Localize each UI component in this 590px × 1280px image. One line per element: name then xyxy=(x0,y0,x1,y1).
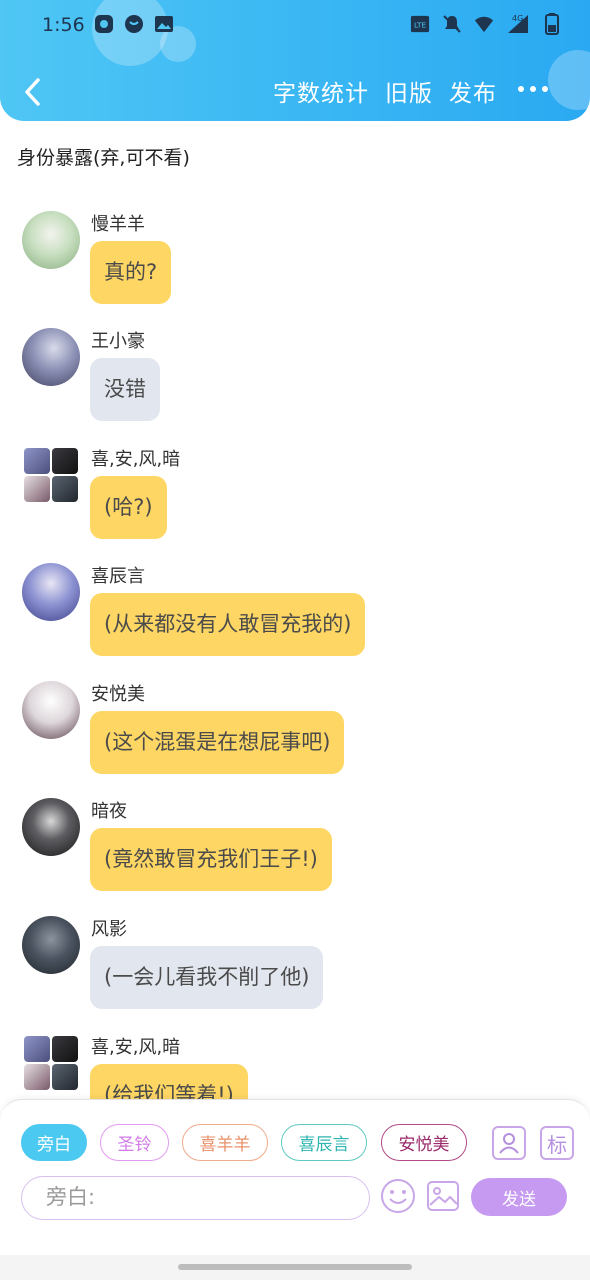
more-dots-icon xyxy=(518,86,524,92)
gallery-icon xyxy=(154,14,174,34)
role-manage-button[interactable] xyxy=(492,1126,526,1160)
game-icon xyxy=(94,14,114,34)
volte-icon: LTE xyxy=(410,14,430,34)
message-bubble[interactable]: (一会儿看我不削了他) xyxy=(90,946,324,1009)
role-chip-narrator[interactable]: 旁白 xyxy=(21,1124,87,1161)
role-chip[interactable]: 喜羊羊 xyxy=(182,1124,268,1161)
sender-name: 慢羊羊 xyxy=(91,214,145,235)
role-chip[interactable]: 圣铃 xyxy=(100,1124,169,1161)
sender-name: 喜,安,风,暗 xyxy=(91,449,181,470)
svg-text:4G: 4G xyxy=(512,14,523,23)
sender-name: 暗夜 xyxy=(91,801,127,822)
story-title: 身份暴露(弃,可不看) xyxy=(17,147,190,169)
sender-name: 安悦美 xyxy=(91,684,145,705)
role-chip[interactable]: 安悦美 xyxy=(381,1124,467,1161)
mute-icon xyxy=(442,14,462,34)
status-bar: 1:56 LTE 4G xyxy=(0,0,590,50)
message-bubble[interactable]: 真的? xyxy=(90,241,172,304)
image-button[interactable] xyxy=(426,1180,460,1212)
status-time: 1:56 xyxy=(42,14,85,36)
avatar[interactable] xyxy=(22,211,80,269)
sender-name: 风影 xyxy=(91,919,127,940)
message-input[interactable]: 旁白: xyxy=(21,1176,370,1220)
tag-icon: 标 xyxy=(547,1132,567,1157)
input-panel: 旁白 圣铃 喜羊羊 喜辰言 安悦美 标 旁白: 发送 xyxy=(0,1099,590,1255)
message-bubble[interactable]: (竟然敢冒充我们王子!) xyxy=(90,828,332,891)
person-card-icon xyxy=(499,1133,519,1154)
message-bubble[interactable]: (从来都没有人敢冒充我的) xyxy=(90,593,366,656)
word-count-button[interactable]: 字数统计 xyxy=(273,74,369,108)
chevron-left-icon xyxy=(25,78,40,106)
moon-app-icon xyxy=(124,14,144,34)
message-bubble[interactable]: (这个混蛋是在想屁事吧) xyxy=(90,711,345,774)
old-version-button[interactable]: 旧版 xyxy=(385,74,433,108)
group-avatar[interactable] xyxy=(24,448,78,502)
group-avatar[interactable] xyxy=(24,1036,78,1090)
sender-name: 喜,安,风,暗 xyxy=(91,1037,181,1058)
avatar[interactable] xyxy=(22,798,80,856)
message-bubble[interactable]: (给我们等着!) xyxy=(90,1064,248,1101)
wifi-icon xyxy=(474,14,494,34)
signal-icon: 4G xyxy=(506,14,530,34)
svg-text:LTE: LTE xyxy=(414,21,426,30)
battery-icon xyxy=(542,13,562,35)
avatar[interactable] xyxy=(22,681,80,739)
emoji-button[interactable] xyxy=(380,1178,416,1214)
role-chip[interactable]: 喜辰言 xyxy=(281,1124,367,1161)
message-bubble[interactable]: (哈?) xyxy=(90,476,167,539)
chat-content[interactable]: 身份暴露(弃,可不看) 慢羊羊 真的? 王小豪 没错 喜,安,风,暗 (哈?) … xyxy=(0,121,590,1101)
top-nav: 字数统计 旧版 发布 xyxy=(0,66,590,112)
avatar[interactable] xyxy=(22,916,80,974)
back-button[interactable] xyxy=(18,70,48,110)
avatar[interactable] xyxy=(22,328,80,386)
image-icon xyxy=(427,1181,459,1211)
message-bubble[interactable]: 没错 xyxy=(90,358,160,421)
more-button[interactable] xyxy=(518,86,548,92)
tag-button[interactable]: 标 xyxy=(540,1126,574,1160)
avatar[interactable] xyxy=(22,563,80,621)
publish-button[interactable]: 发布 xyxy=(449,74,497,108)
app-header: 1:56 LTE 4G 字数统计 旧版 发布 xyxy=(0,0,590,121)
sender-name: 喜辰言 xyxy=(91,566,145,587)
send-button[interactable]: 发送 xyxy=(471,1178,567,1216)
home-indicator[interactable] xyxy=(178,1264,412,1270)
emoji-icon xyxy=(381,1179,415,1213)
sender-name: 王小豪 xyxy=(91,331,145,352)
